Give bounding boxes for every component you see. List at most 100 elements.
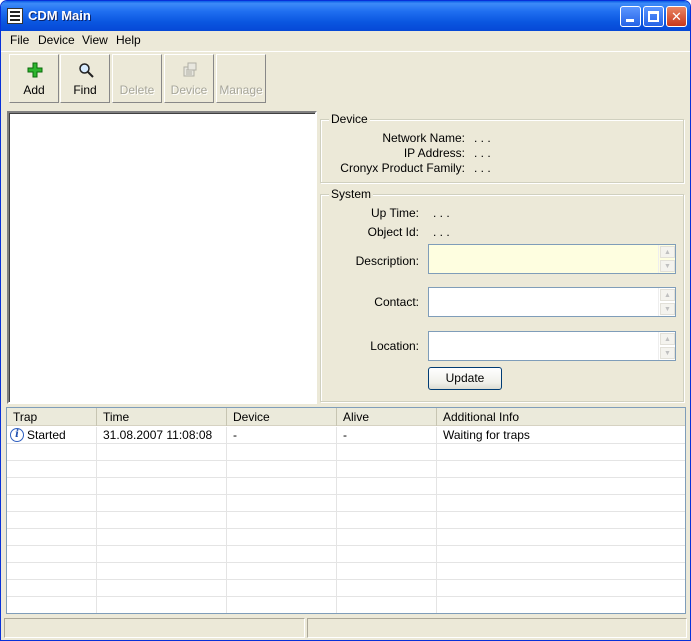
- delete-label: Delete: [119, 83, 155, 97]
- column-alive[interactable]: Alive: [337, 408, 437, 426]
- scroll-down-icon[interactable]: ▼: [660, 260, 675, 272]
- empty-table-row: [7, 529, 685, 546]
- empty-cell: [437, 563, 685, 580]
- object-id-label: Object Id:: [367, 225, 419, 239]
- empty-cell: [337, 580, 437, 597]
- empty-cell: [437, 461, 685, 478]
- description-textarea[interactable]: ▲ ▼: [428, 244, 676, 274]
- device-button[interactable]: Device: [164, 54, 214, 103]
- empty-cell: [337, 597, 437, 613]
- column-additional-info[interactable]: Additional Info: [437, 408, 685, 426]
- empty-table-row: [7, 563, 685, 580]
- empty-cell: [7, 580, 97, 597]
- empty-cell: [97, 597, 227, 613]
- column-device[interactable]: Device: [227, 408, 337, 426]
- menu-device[interactable]: Device: [38, 33, 75, 47]
- scroll-down-icon[interactable]: ▼: [660, 303, 675, 315]
- description-scrollbar[interactable]: ▲ ▼: [658, 245, 675, 273]
- menu-file[interactable]: File: [10, 33, 29, 47]
- description-label: Description:: [355, 254, 419, 268]
- scroll-up-icon[interactable]: ▲: [660, 333, 675, 345]
- empty-cell: [7, 597, 97, 613]
- close-button[interactable]: ✕: [666, 6, 687, 27]
- trap-list-header: Trap Time Device Alive Additional Info: [7, 408, 685, 426]
- scroll-up-icon[interactable]: ▲: [660, 246, 675, 258]
- empty-table-row: [7, 495, 685, 512]
- empty-cell: [7, 512, 97, 529]
- delete-button[interactable]: Delete: [112, 54, 162, 103]
- empty-table-row: [7, 597, 685, 613]
- empty-cell: [97, 478, 227, 495]
- device-cell: -: [227, 427, 337, 444]
- trap-value: Started: [27, 428, 66, 442]
- device-label: Device: [170, 83, 208, 97]
- contact-textarea[interactable]: ▲ ▼: [428, 287, 676, 317]
- empty-cell: [337, 444, 437, 461]
- find-button[interactable]: Find: [60, 54, 110, 103]
- maximize-icon: [648, 11, 659, 22]
- info-cell: Waiting for traps: [443, 428, 530, 442]
- empty-cell: [227, 580, 337, 597]
- title-bar[interactable]: CDM Main ✕: [1, 1, 690, 31]
- empty-cell: [97, 546, 227, 563]
- empty-cell: [227, 546, 337, 563]
- location-textarea[interactable]: ▲ ▼: [428, 331, 676, 361]
- contact-scrollbar[interactable]: ▲ ▼: [658, 288, 675, 316]
- empty-cell: [7, 444, 97, 461]
- empty-cell: [7, 461, 97, 478]
- empty-cell: [337, 495, 437, 512]
- ip-address-label: IP Address:: [403, 146, 465, 160]
- device-icon: [183, 62, 197, 77]
- update-button[interactable]: Update: [428, 367, 502, 390]
- device-tree[interactable]: [7, 111, 317, 404]
- uptime-label: Up Time:: [370, 206, 419, 220]
- empty-table-row: [7, 546, 685, 563]
- empty-cell: [7, 478, 97, 495]
- table-row[interactable]: i Started 31.08.2007 11:08:08 - - Waitin…: [7, 427, 685, 444]
- minimize-icon: [626, 19, 634, 22]
- status-bar: [1, 616, 690, 640]
- empty-cell: [227, 478, 337, 495]
- empty-cell: [227, 512, 337, 529]
- column-time[interactable]: Time: [97, 408, 227, 426]
- empty-cell: [337, 512, 437, 529]
- menu-bar: File Device View Help: [1, 31, 690, 50]
- info-icon: i: [10, 428, 24, 442]
- empty-cell: [437, 597, 685, 613]
- empty-cell: [97, 580, 227, 597]
- empty-cell: [227, 495, 337, 512]
- device-group-title: Device: [329, 112, 370, 126]
- uptime-value: . . .: [433, 206, 450, 220]
- column-trap[interactable]: Trap: [7, 408, 97, 426]
- empty-cell: [437, 580, 685, 597]
- add-button[interactable]: Add: [9, 54, 59, 103]
- empty-cell: [7, 529, 97, 546]
- minimize-button[interactable]: [620, 6, 641, 27]
- menu-help[interactable]: Help: [116, 33, 141, 47]
- device-group: Device Network Name: . . . IP Address: .…: [320, 112, 684, 183]
- trap-cell: i Started: [7, 427, 97, 444]
- scroll-up-icon[interactable]: ▲: [660, 289, 675, 301]
- empty-table-row: [7, 444, 685, 461]
- maximize-button[interactable]: [643, 6, 664, 27]
- empty-cell: [337, 478, 437, 495]
- product-family-value: . . .: [474, 161, 491, 175]
- trap-list[interactable]: Trap Time Device Alive Additional Info i…: [6, 407, 686, 614]
- empty-cell: [437, 529, 685, 546]
- time-cell: 31.08.2007 11:08:08: [97, 427, 227, 444]
- network-name-label: Network Name:: [382, 131, 465, 145]
- menu-view[interactable]: View: [82, 33, 108, 47]
- empty-cell: [337, 546, 437, 563]
- status-pane-right: [307, 618, 687, 638]
- empty-cell: [7, 546, 97, 563]
- location-scrollbar[interactable]: ▲ ▼: [658, 332, 675, 360]
- manage-button[interactable]: Manage: [216, 54, 266, 103]
- scroll-down-icon[interactable]: ▼: [660, 347, 675, 359]
- empty-cell: [227, 529, 337, 546]
- empty-cell: [227, 563, 337, 580]
- empty-cell: [227, 597, 337, 613]
- empty-cell: [97, 512, 227, 529]
- empty-cell: [97, 461, 227, 478]
- system-group-title: System: [329, 187, 374, 201]
- empty-cell: [7, 563, 97, 580]
